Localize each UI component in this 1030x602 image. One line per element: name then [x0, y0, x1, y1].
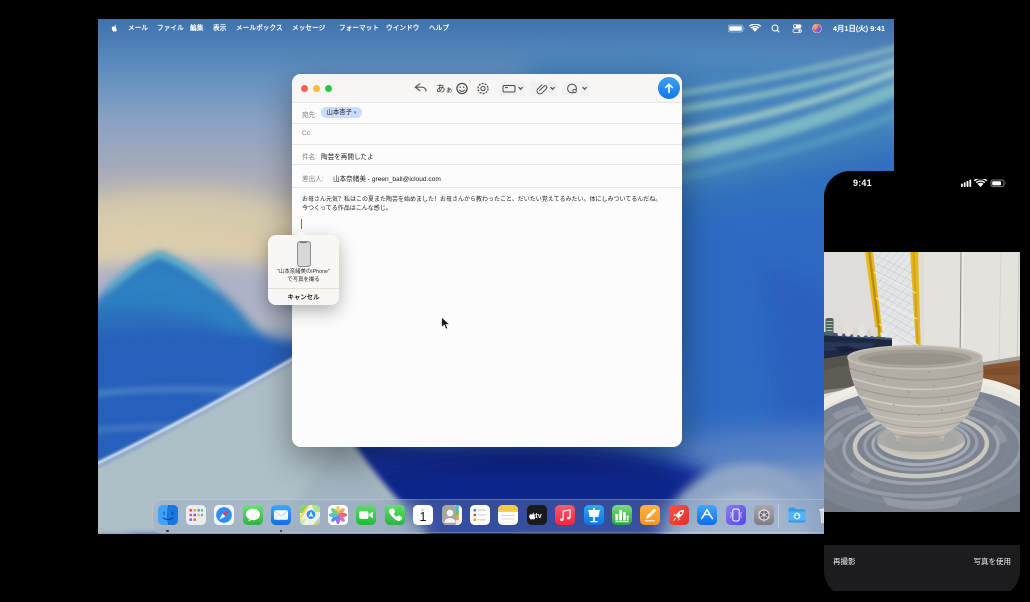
svg-text:tv: tv	[535, 511, 541, 520]
svg-text:1: 1	[420, 510, 427, 524]
svg-text:あぁ: あぁ	[436, 84, 453, 95]
